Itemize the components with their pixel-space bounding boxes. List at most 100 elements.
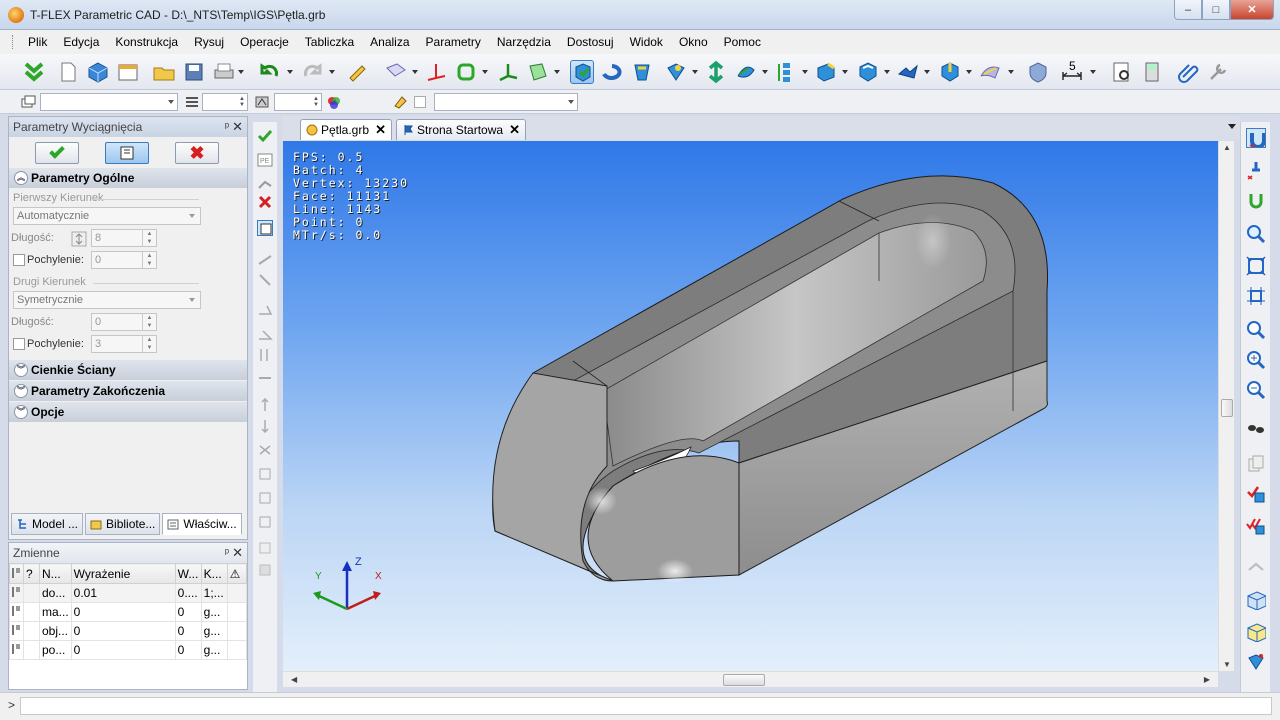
minimize-button[interactable]: – bbox=[1174, 0, 1202, 20]
material-checkbox[interactable] bbox=[414, 96, 426, 108]
3d-viewport[interactable]: FPS: 0.5 Batch: 4 Vertex: 13230 Face: 11131… bbox=[283, 141, 1218, 671]
menu-pomoc[interactable]: Pomoc bbox=[716, 30, 769, 54]
sweep-icon[interactable] bbox=[664, 60, 688, 84]
workplane-icon[interactable] bbox=[384, 60, 408, 84]
column-name[interactable]: N... bbox=[39, 563, 72, 584]
direction2-icon[interactable] bbox=[257, 272, 273, 288]
preview-button[interactable] bbox=[105, 142, 149, 164]
print-icon[interactable] bbox=[212, 60, 236, 84]
fillet-icon[interactable] bbox=[814, 60, 838, 84]
scroll-right-icon[interactable]: ▶ bbox=[1204, 675, 1210, 684]
first-direction-dropdown[interactable]: Automatycznie bbox=[13, 207, 201, 225]
section-end-parameters[interactable]: ︾ Parametry Zakończenia bbox=[9, 381, 247, 401]
end-condition2-icon[interactable] bbox=[257, 466, 273, 482]
shield-icon[interactable] bbox=[1026, 60, 1050, 84]
axis-icon[interactable] bbox=[496, 60, 520, 84]
shell-icon[interactable] bbox=[856, 60, 880, 84]
save-icon[interactable] bbox=[182, 60, 206, 84]
pencil-icon[interactable] bbox=[346, 60, 370, 84]
tab-start-page[interactable]: Strona Startowa ✕ bbox=[396, 119, 527, 140]
redo-icon[interactable] bbox=[300, 60, 324, 84]
column-value[interactable]: W... bbox=[174, 563, 202, 584]
scroll-left-icon[interactable]: ◀ bbox=[291, 675, 297, 684]
extrude-icon[interactable] bbox=[570, 60, 594, 84]
plane-dropdown-icon[interactable] bbox=[554, 70, 560, 74]
level-icon[interactable] bbox=[184, 94, 200, 110]
menu-widok[interactable]: Widok bbox=[622, 30, 671, 54]
slope-input[interactable]: 0 ▲ ▼ bbox=[91, 251, 157, 269]
select-icon[interactable] bbox=[257, 176, 273, 192]
body-icon[interactable] bbox=[938, 60, 962, 84]
scroll-down-icon[interactable]: ▼ bbox=[1223, 660, 1231, 669]
menu-edycja[interactable]: Edycja bbox=[55, 30, 107, 54]
snap-icon[interactable] bbox=[1246, 160, 1266, 180]
loft-icon[interactable] bbox=[630, 60, 654, 84]
slope-checkbox[interactable] bbox=[13, 254, 25, 266]
axis-down-icon[interactable] bbox=[257, 418, 273, 434]
new-document-icon[interactable] bbox=[56, 60, 80, 84]
tab-library[interactable]: Bibliote... bbox=[85, 513, 161, 535]
end-condition-icon[interactable] bbox=[257, 442, 273, 458]
close-tab-icon[interactable]: ✕ bbox=[375, 120, 386, 140]
variables-close-icon[interactable]: ✕ bbox=[232, 543, 243, 563]
maximize-button[interactable]: □ bbox=[1202, 0, 1230, 20]
dimension-tool-icon[interactable]: 5 bbox=[1060, 59, 1084, 84]
parameters-icon[interactable]: PE bbox=[257, 152, 273, 168]
dimension-dropdown-icon[interactable] bbox=[1090, 70, 1096, 74]
magnet-icon[interactable] bbox=[1246, 128, 1266, 148]
section-icon[interactable] bbox=[1246, 556, 1266, 576]
section-options[interactable]: ︾ Opcje bbox=[9, 402, 247, 422]
table-row[interactable]: ma... 0 0 g... bbox=[9, 602, 248, 622]
thickness-icon[interactable] bbox=[257, 347, 273, 363]
material-combo[interactable] bbox=[434, 93, 578, 111]
zoom-previous-icon[interactable] bbox=[1246, 380, 1266, 400]
redo-dropdown-icon[interactable] bbox=[329, 70, 335, 74]
menu-dostosuj[interactable]: Dostosuj bbox=[559, 30, 622, 54]
var-expression[interactable]: 0 bbox=[70, 621, 176, 641]
double-chevron-icon[interactable] bbox=[22, 60, 46, 84]
var-expression[interactable]: 0 bbox=[70, 640, 176, 660]
horizontal-scroll-thumb[interactable] bbox=[723, 674, 765, 686]
section-general-parameters[interactable]: ︽ Parametry Ogólne bbox=[9, 168, 247, 188]
new-3d-model-icon[interactable] bbox=[86, 60, 110, 84]
array-dropdown-icon[interactable] bbox=[802, 70, 808, 74]
scroll-up-icon[interactable]: ▲ bbox=[1223, 143, 1231, 152]
zoom-dynamic-icon[interactable] bbox=[1246, 350, 1266, 370]
split-icon[interactable] bbox=[896, 60, 920, 84]
panel-close-icon[interactable]: ✕ bbox=[232, 117, 243, 137]
axis-up-icon[interactable] bbox=[257, 397, 273, 413]
length-input[interactable]: 8 ▲ ▼ bbox=[91, 229, 157, 247]
drawing-zoom-icon[interactable] bbox=[1110, 60, 1134, 84]
confirm-icon[interactable] bbox=[257, 128, 273, 144]
menu-tabliczka[interactable]: Tabliczka bbox=[297, 30, 362, 54]
pan-icon[interactable] bbox=[1246, 418, 1266, 438]
material-icon[interactable] bbox=[392, 94, 408, 110]
slope2-checkbox[interactable] bbox=[13, 338, 25, 350]
pin-icon[interactable]: ᵖ bbox=[225, 543, 229, 563]
direction-icon[interactable] bbox=[257, 252, 273, 268]
column-flag[interactable] bbox=[9, 563, 24, 584]
split-dropdown-icon[interactable] bbox=[924, 70, 930, 74]
plane-3d-icon[interactable] bbox=[526, 60, 550, 84]
rotation-icon[interactable] bbox=[600, 60, 624, 84]
table-row[interactable]: obj... 0 0 g... bbox=[9, 621, 248, 641]
menu-okno[interactable]: Okno bbox=[671, 30, 716, 54]
thin-wall-icon[interactable] bbox=[257, 370, 273, 386]
layers-icon[interactable] bbox=[20, 94, 36, 110]
tab-properties[interactable]: Właściw... bbox=[162, 513, 242, 535]
surface-icon[interactable] bbox=[978, 60, 1002, 84]
end-condition4-icon[interactable] bbox=[257, 514, 273, 530]
menu-plik[interactable]: Plik bbox=[20, 30, 55, 54]
window-icon[interactable] bbox=[116, 60, 140, 84]
view-cube-yellow-icon[interactable] bbox=[1246, 622, 1266, 642]
attach-icon[interactable] bbox=[1246, 190, 1266, 210]
menu-analiza[interactable]: Analiza bbox=[362, 30, 417, 54]
tab-petla[interactable]: Pętla.grb ✕ bbox=[300, 119, 393, 140]
tab-list-dropdown-icon[interactable] bbox=[1228, 124, 1236, 129]
table-row[interactable]: do... 0.01 0.... 1;... bbox=[9, 583, 248, 603]
check-cube-icon[interactable] bbox=[1246, 484, 1266, 504]
menu-grip[interactable] bbox=[12, 35, 15, 49]
multi-check-cube-icon[interactable] bbox=[1246, 516, 1266, 536]
menu-konstrukcja[interactable]: Konstrukcja bbox=[107, 30, 186, 54]
wrench-icon[interactable] bbox=[1206, 60, 1230, 84]
